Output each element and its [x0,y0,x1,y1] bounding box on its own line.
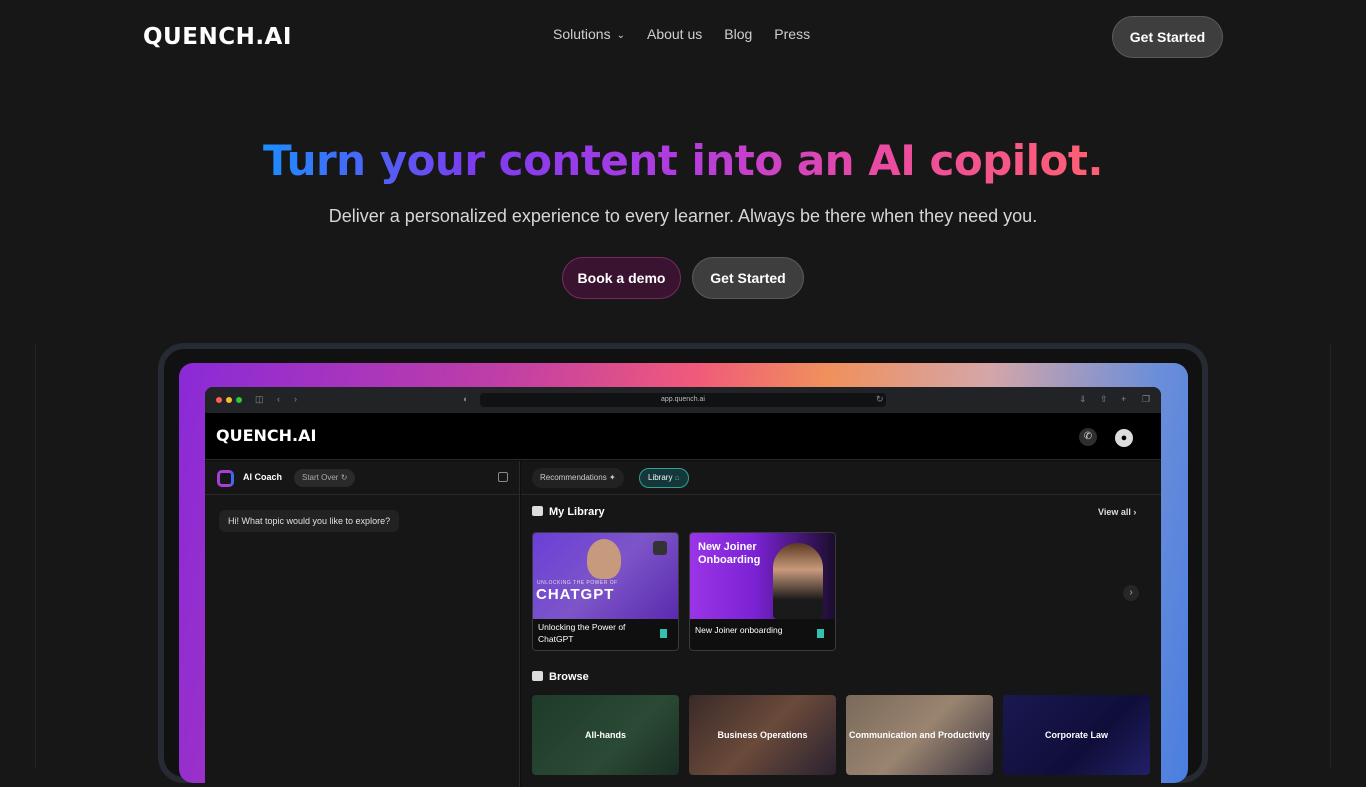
coach-pane: AI Coach Start Over ↻ Hi! What topic wou… [205,461,520,787]
tabs-overview-icon: ❐ [1142,394,1151,404]
tab-recommendations-label: Recommendations [540,473,607,482]
new-tab-icon: + [1121,394,1127,404]
hero-title-text: Turn your content into an AI copilot. [263,136,1103,185]
library-tabs: Recommendations ✦ Library ⌂ [521,461,1161,495]
browser-chrome: ◫ ‹ › ◐ app.quench.ai ↻ ⇓ ⇧ + ❐ [205,387,1161,413]
grid-icon [653,541,667,555]
ai-coach-icon [217,470,234,487]
my-library-label: My Library [549,506,605,518]
thumbnail-title: CHATGPT [536,586,615,603]
hero-subtitle: Deliver a personalized experience to eve… [328,206,1038,226]
close-dot-icon [216,397,222,403]
bookmark-icon [660,629,667,638]
sparkle-icon: ✦ [608,473,616,482]
view-all-label: View all [1098,507,1131,517]
nav-menu: Solutions ⌄ About us Blog Press [553,26,810,42]
app-browser-window: ◫ ‹ › ◐ app.quench.ai ↻ ⇓ ⇧ + ❐ QUENCH.A… [205,387,1161,787]
nav-item-press[interactable]: Press [774,26,810,42]
sidebar-toggle-icon: ◫ [255,394,264,404]
download-icon: ⇓ [1079,394,1087,404]
home-icon: ⌂ [674,473,680,482]
library-icon [532,506,543,516]
whatsapp-icon: ✆ [1079,428,1097,446]
presenter-image [773,543,823,619]
start-over-label: Start Over [302,473,339,482]
app-logo: QUENCH.AI [216,426,317,445]
book-demo-button[interactable]: Book a demo [562,257,681,299]
right-divider [1330,343,1331,768]
browse-card-all-hands: All-hands [532,695,679,775]
brand-logo[interactable]: QUENCH.AI [143,24,292,50]
card-thumbnail: UNLOCKING THE POWER OF CHATGPT [533,533,678,619]
presenter-image [587,539,621,579]
user-avatar-icon: ● [1115,429,1133,447]
refresh-icon: ↻ [340,473,348,482]
browse-label: Browse [549,671,589,683]
minimize-dot-icon [226,397,232,403]
library-card: UNLOCKING THE POWER OF CHATGPT Unlocking… [532,532,679,651]
app-header: QUENCH.AI ✆ ● [205,413,1161,460]
maximize-dot-icon [236,397,242,403]
browse-heading: Browse [532,671,589,683]
left-divider [35,343,36,768]
share-icon: ⇧ [1100,394,1108,404]
card-thumbnail: New Joiner Onboarding [690,533,835,619]
hero-get-started-button[interactable]: Get Started [692,257,804,299]
back-arrow-icon: ‹ [277,394,280,404]
tab-recommendations: Recommendations ✦ [532,468,624,488]
nav-item-blog[interactable]: Blog [724,26,752,42]
collapse-panel-icon [498,472,508,482]
browse-card-business-operations: Business Operations [689,695,836,775]
nav-item-about[interactable]: About us [647,26,702,42]
browse-card-corporate-law: Corporate Law [1003,695,1150,775]
forward-arrow-icon: › [294,394,297,404]
card-caption: New Joiner onboarding [695,625,783,635]
start-over-button: Start Over ↻ [294,469,356,487]
chevron-down-icon: ⌄ [616,30,625,41]
coach-header: AI Coach Start Over ↻ [205,461,519,495]
hero-title: Turn your content into an AI copilot. [0,136,1366,185]
library-card: New Joiner Onboarding New Joiner onboard… [689,532,836,651]
chevron-right-icon: › [1133,507,1137,517]
library-pane: Recommendations ✦ Library ⌂ My Library V… [521,461,1161,787]
tab-library: Library ⌂ [639,468,689,488]
card-caption: Unlocking the Power of ChatGPT [538,622,626,644]
tab-library-label: Library [648,473,673,482]
thumbnail-title: New Joiner Onboarding [698,541,761,566]
my-library-heading: My Library [532,506,605,518]
bookmark-icon [817,629,824,638]
carousel-next-icon: › [1123,585,1139,601]
view-all-link: View all › [1098,507,1136,517]
shield-icon: ◐ [463,394,469,404]
address-bar: app.quench.ai [480,393,886,407]
coach-message-bubble: Hi! What topic would you like to explore… [219,510,400,532]
reload-icon: ↻ [876,394,884,404]
top-nav: QUENCH.AI Solutions ⌄ About us Blog Press… [0,0,1366,72]
browse-grid-icon [532,671,543,681]
nav-get-started-button[interactable]: Get Started [1112,16,1223,58]
coach-label: AI Coach [243,472,283,482]
nav-item-solutions[interactable]: Solutions ⌄ [553,26,625,42]
nav-item-label: Solutions [553,26,611,42]
browse-card-communication: Communication and Productivity [846,695,993,775]
